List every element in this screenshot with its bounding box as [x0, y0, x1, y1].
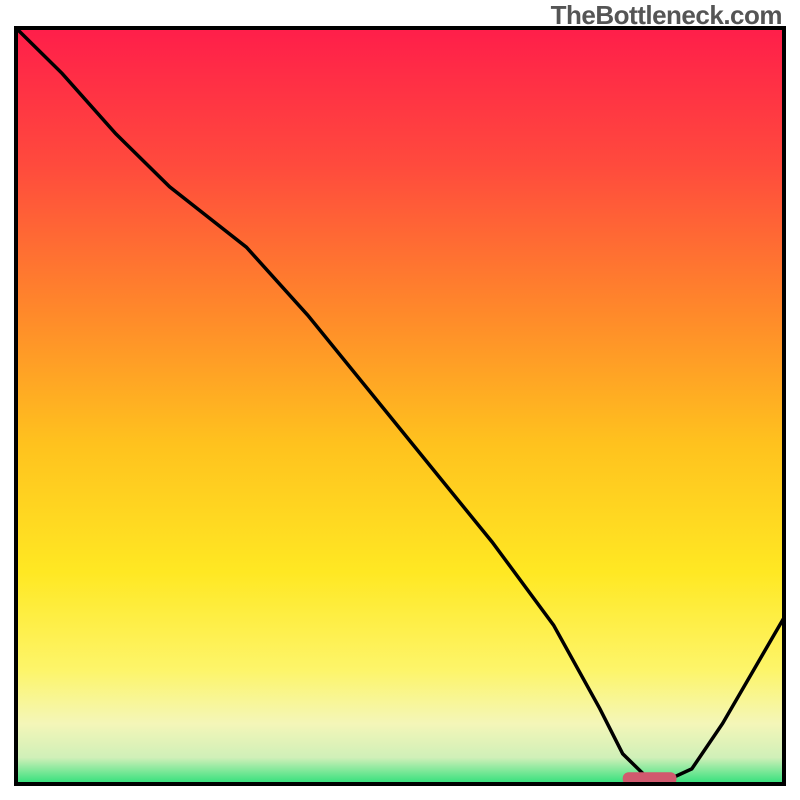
chart-frame: TheBottleneck.com: [0, 0, 800, 800]
gradient-background: [16, 28, 784, 784]
watermark-text: TheBottleneck.com: [551, 0, 782, 31]
bottleneck-plot: [0, 0, 800, 800]
